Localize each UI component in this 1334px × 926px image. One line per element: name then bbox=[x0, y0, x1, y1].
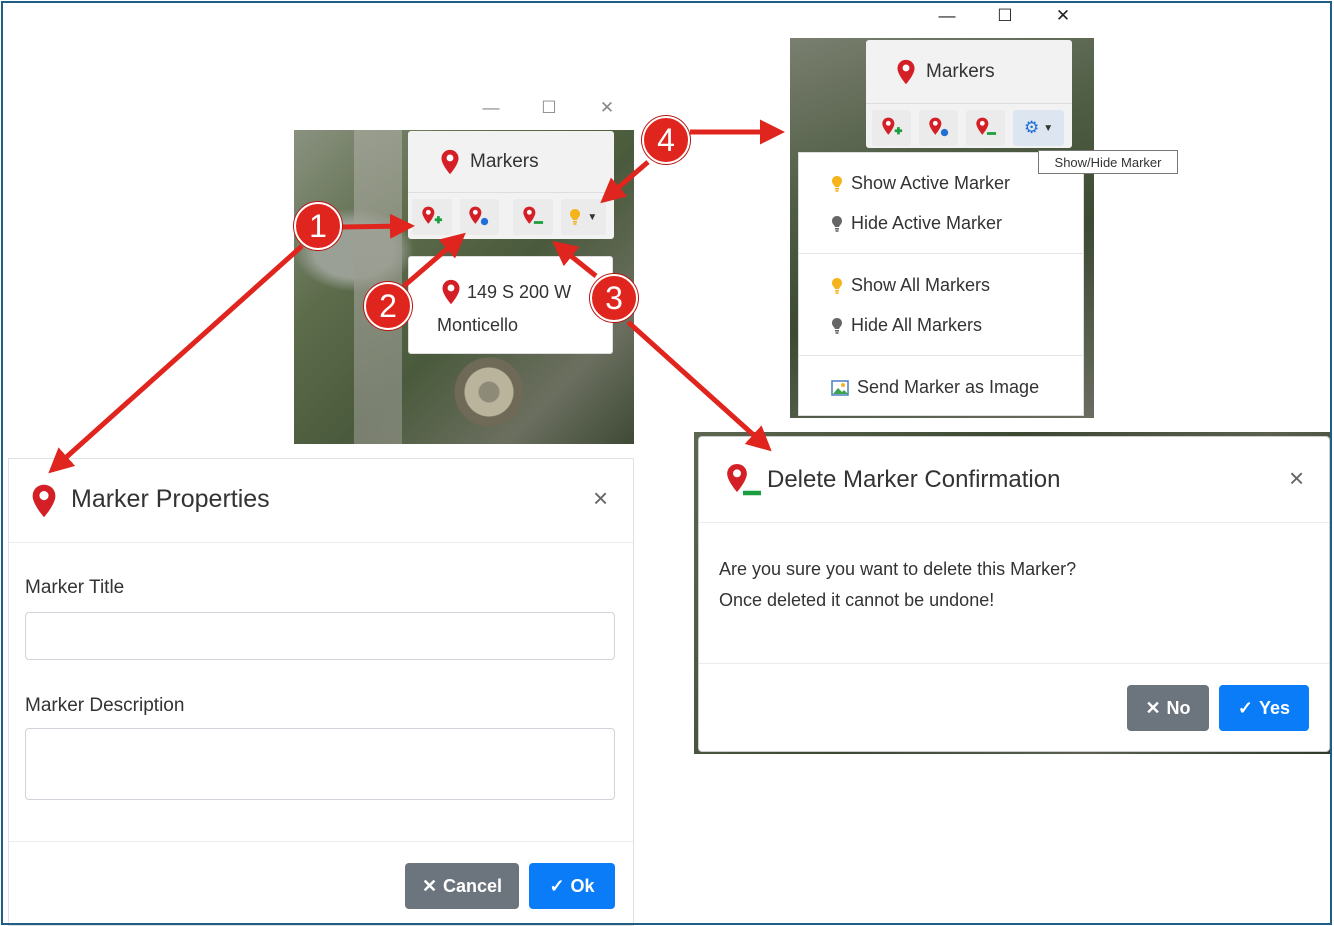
menu-divider bbox=[799, 355, 1083, 356]
markers-panel-title-2: Markers bbox=[926, 60, 995, 82]
no-button[interactable]: ✕ No bbox=[1127, 685, 1209, 731]
ok-button[interactable]: ✓ Ok bbox=[529, 863, 615, 909]
delete-marker-modal: Delete Marker Confirmation × Are you sur… bbox=[698, 436, 1330, 752]
show-hide-dropdown-menu: Show Active Marker Hide Active Marker Sh… bbox=[798, 152, 1084, 416]
menu-item-show-active-marker[interactable]: Show Active Marker bbox=[831, 173, 1010, 194]
markers-panel-header-2: Markers bbox=[866, 40, 1072, 104]
marker-title-input[interactable] bbox=[25, 612, 615, 660]
menu-item-label: Send Marker as Image bbox=[857, 377, 1040, 397]
markers-toolbar-2: ⚙ ▼ bbox=[866, 104, 1072, 152]
address-line1: 149 S 200 W bbox=[467, 281, 572, 302]
lightbulb-off-icon bbox=[831, 215, 843, 233]
delete-marker-button[interactable] bbox=[513, 199, 553, 235]
markers-panel: Markers ▼ bbox=[408, 131, 614, 239]
add-marker-icon bbox=[881, 117, 902, 135]
no-button-label: No bbox=[1166, 697, 1191, 718]
lightbulb-icon bbox=[569, 208, 581, 226]
confirm-message-line1: Are you sure you want to delete this Mar… bbox=[719, 559, 1077, 579]
callout-1: 1 bbox=[294, 202, 342, 250]
add-marker-button-2[interactable] bbox=[872, 110, 912, 146]
maximize-button-2[interactable]: ☐ bbox=[976, 6, 1034, 26]
add-marker-button[interactable] bbox=[412, 199, 452, 235]
show-hide-marker-dropdown-2[interactable]: ⚙ ▼ bbox=[1013, 110, 1064, 146]
confirm-message-line2: Once deleted it cannot be undone! bbox=[719, 590, 995, 610]
maximize-button[interactable]: ☐ bbox=[520, 98, 578, 118]
callout-3: 3 bbox=[590, 274, 638, 322]
modal-header: Marker Properties × bbox=[9, 459, 633, 543]
map-pin-icon bbox=[441, 279, 461, 305]
edit-marker-icon bbox=[469, 206, 489, 226]
markers-toolbar: ▼ bbox=[408, 193, 614, 241]
x-icon: ✕ bbox=[1145, 697, 1161, 718]
marker-properties-modal: Marker Properties × Marker Title Marker … bbox=[8, 458, 634, 926]
map-pin-icon bbox=[31, 483, 57, 519]
delete-marker-icon bbox=[727, 463, 761, 496]
caret-down-icon: ▼ bbox=[587, 211, 598, 223]
menu-item-label: Show Active Marker bbox=[851, 173, 1011, 193]
modal-title: Delete Marker Confirmation bbox=[767, 466, 1061, 493]
marker-description-label: Marker Description bbox=[25, 695, 185, 716]
marker-info-card[interactable]: 149 S 200 W Monticello bbox=[408, 256, 613, 354]
delete-marker-button-2[interactable] bbox=[966, 110, 1006, 146]
show-hide-tooltip: Show/Hide Marker bbox=[1038, 150, 1178, 174]
edit-marker-icon bbox=[928, 117, 948, 137]
image-icon bbox=[831, 379, 849, 396]
lightbulb-on-icon bbox=[831, 277, 843, 295]
window-controls-2: — ☐ ✕ bbox=[918, 6, 1092, 26]
menu-item-label: Hide All Markers bbox=[851, 315, 983, 335]
close-icon[interactable]: × bbox=[593, 483, 608, 514]
window-controls: — ☐ ✕ bbox=[462, 98, 636, 118]
map-pin-icon bbox=[896, 59, 916, 85]
modal-footer-divider bbox=[699, 663, 1329, 664]
yes-button-label: Yes bbox=[1259, 697, 1291, 718]
delete-marker-icon bbox=[975, 117, 996, 135]
lightbulb-off-icon bbox=[831, 317, 843, 335]
markers-panel-header: Markers bbox=[408, 131, 614, 193]
edit-marker-button[interactable] bbox=[459, 199, 500, 235]
menu-item-label: Hide Active Marker bbox=[851, 213, 1003, 233]
show-hide-marker-dropdown[interactable]: ▼ bbox=[560, 199, 606, 235]
minimize-button[interactable]: — bbox=[462, 98, 520, 118]
gear-icon: ⚙ bbox=[1024, 118, 1040, 137]
map-pin-icon bbox=[440, 149, 460, 175]
arrow-1-to-properties bbox=[48, 244, 304, 474]
menu-item-send-marker-image[interactable]: Send Marker as Image bbox=[831, 377, 1039, 398]
markers-panel-2: Markers ⚙ ▼ bbox=[866, 40, 1072, 148]
menu-item-hide-active-marker[interactable]: Hide Active Marker bbox=[831, 213, 1002, 234]
arrow-3-to-confirm bbox=[626, 320, 772, 452]
cancel-button-label: Cancel bbox=[443, 875, 503, 896]
minimize-button-2[interactable]: — bbox=[918, 6, 976, 26]
add-marker-icon bbox=[422, 206, 442, 224]
modal-header: Delete Marker Confirmation × bbox=[699, 437, 1329, 523]
edit-marker-button-2[interactable] bbox=[919, 110, 959, 146]
marker-description-input[interactable] bbox=[25, 728, 615, 800]
caret-down-icon: ▼ bbox=[1043, 122, 1054, 134]
ok-button-label: Ok bbox=[570, 875, 595, 896]
check-icon: ✓ bbox=[1237, 697, 1254, 718]
modal-footer-divider bbox=[9, 841, 633, 842]
menu-item-show-all-markers[interactable]: Show All Markers bbox=[831, 275, 990, 296]
callout-2: 2 bbox=[364, 282, 412, 330]
x-icon: ✕ bbox=[421, 875, 438, 896]
menu-item-hide-all-markers[interactable]: Hide All Markers bbox=[831, 315, 982, 336]
yes-button[interactable]: ✓ Yes bbox=[1219, 685, 1309, 731]
callout-4: 4 bbox=[642, 116, 690, 164]
cancel-button[interactable]: ✕ Cancel bbox=[405, 863, 519, 909]
close-window-button[interactable]: ✕ bbox=[578, 98, 636, 118]
close-window-button-2[interactable]: ✕ bbox=[1034, 6, 1092, 26]
close-icon[interactable]: × bbox=[1289, 463, 1304, 494]
modal-title: Marker Properties bbox=[71, 485, 270, 513]
marker-title-label: Marker Title bbox=[25, 577, 125, 598]
markers-panel-title: Markers bbox=[470, 150, 539, 172]
menu-item-label: Show All Markers bbox=[851, 275, 991, 295]
delete-marker-icon bbox=[523, 206, 543, 224]
lightbulb-on-icon bbox=[831, 175, 843, 193]
check-icon: ✓ bbox=[549, 875, 565, 896]
address-line2: Monticello bbox=[437, 315, 519, 335]
menu-divider bbox=[799, 253, 1083, 254]
